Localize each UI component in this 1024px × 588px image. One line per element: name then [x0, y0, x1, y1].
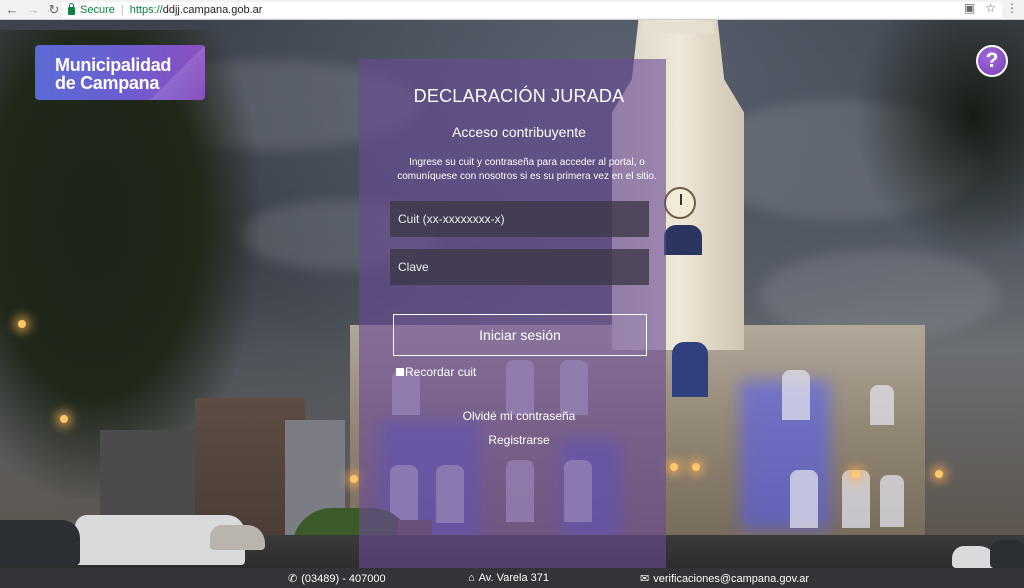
- footer-phone: ✆ (03489) - 407000: [288, 572, 386, 586]
- remember-cuit[interactable]: Recordar cuit: [396, 365, 476, 379]
- url-protocol: https://: [129, 4, 163, 16]
- forward-icon[interactable]: →: [24, 1, 42, 19]
- lock-icon: [68, 3, 75, 15]
- browser-toolbar: ← → ↻ Secure | https:// ddjj.campana.gob…: [0, 0, 1024, 20]
- panel-description: Ingrese su cuit y contraseña para accede…: [397, 157, 657, 182]
- envelope-icon: ✉: [640, 573, 650, 585]
- remember-checkbox[interactable]: [396, 368, 404, 376]
- help-button[interactable]: ?: [976, 45, 1008, 77]
- star-icon[interactable]: ☆: [985, 1, 996, 15]
- reload-icon[interactable]: ↻: [45, 1, 63, 19]
- register-link[interactable]: Registrarse: [359, 433, 679, 447]
- login-panel: DECLARACIÓN JURADA Acceso contribuyente …: [359, 59, 666, 569]
- phone-icon: ✆: [288, 573, 298, 585]
- footer-address: ⌂ Av. Varela 371: [468, 572, 549, 584]
- footer: ✆ (03489) - 407000 ⌂ Av. Varela 371 ✉ ve…: [0, 568, 1024, 588]
- security-label: Secure: [80, 4, 115, 16]
- cuit-input[interactable]: Cuit (xx-xxxxxxxx-x): [390, 201, 649, 237]
- question-icon: ?: [985, 49, 999, 72]
- page-title: DECLARACIÓN JURADA: [413, 86, 625, 106]
- translate-icon[interactable]: ▣: [964, 1, 975, 15]
- clock-icon: [664, 187, 696, 219]
- back-icon[interactable]: ←: [3, 1, 21, 19]
- footer-email[interactable]: ✉ verificaciones@campana.gov.ar: [640, 572, 809, 586]
- login-button[interactable]: Iniciar sesión: [393, 314, 647, 356]
- municipalidad-logo[interactable]: Municipalidad de Campana: [35, 45, 205, 100]
- panel-subtitle: Acceso contribuyente: [452, 124, 586, 140]
- password-input[interactable]: Clave: [390, 249, 649, 285]
- home-icon: ⌂: [468, 572, 475, 584]
- address-bar[interactable]: Secure | https:// ddjj.campana.gob.ar: [62, 2, 1002, 18]
- separator: |: [120, 4, 124, 16]
- forgot-password-link[interactable]: Olvidé mi contraseña: [359, 409, 679, 423]
- menu-icon[interactable]: ⋮: [1006, 1, 1018, 15]
- url-host: ddjj.campana.gob.ar: [162, 4, 263, 16]
- remember-label: Recordar cuit: [405, 365, 477, 379]
